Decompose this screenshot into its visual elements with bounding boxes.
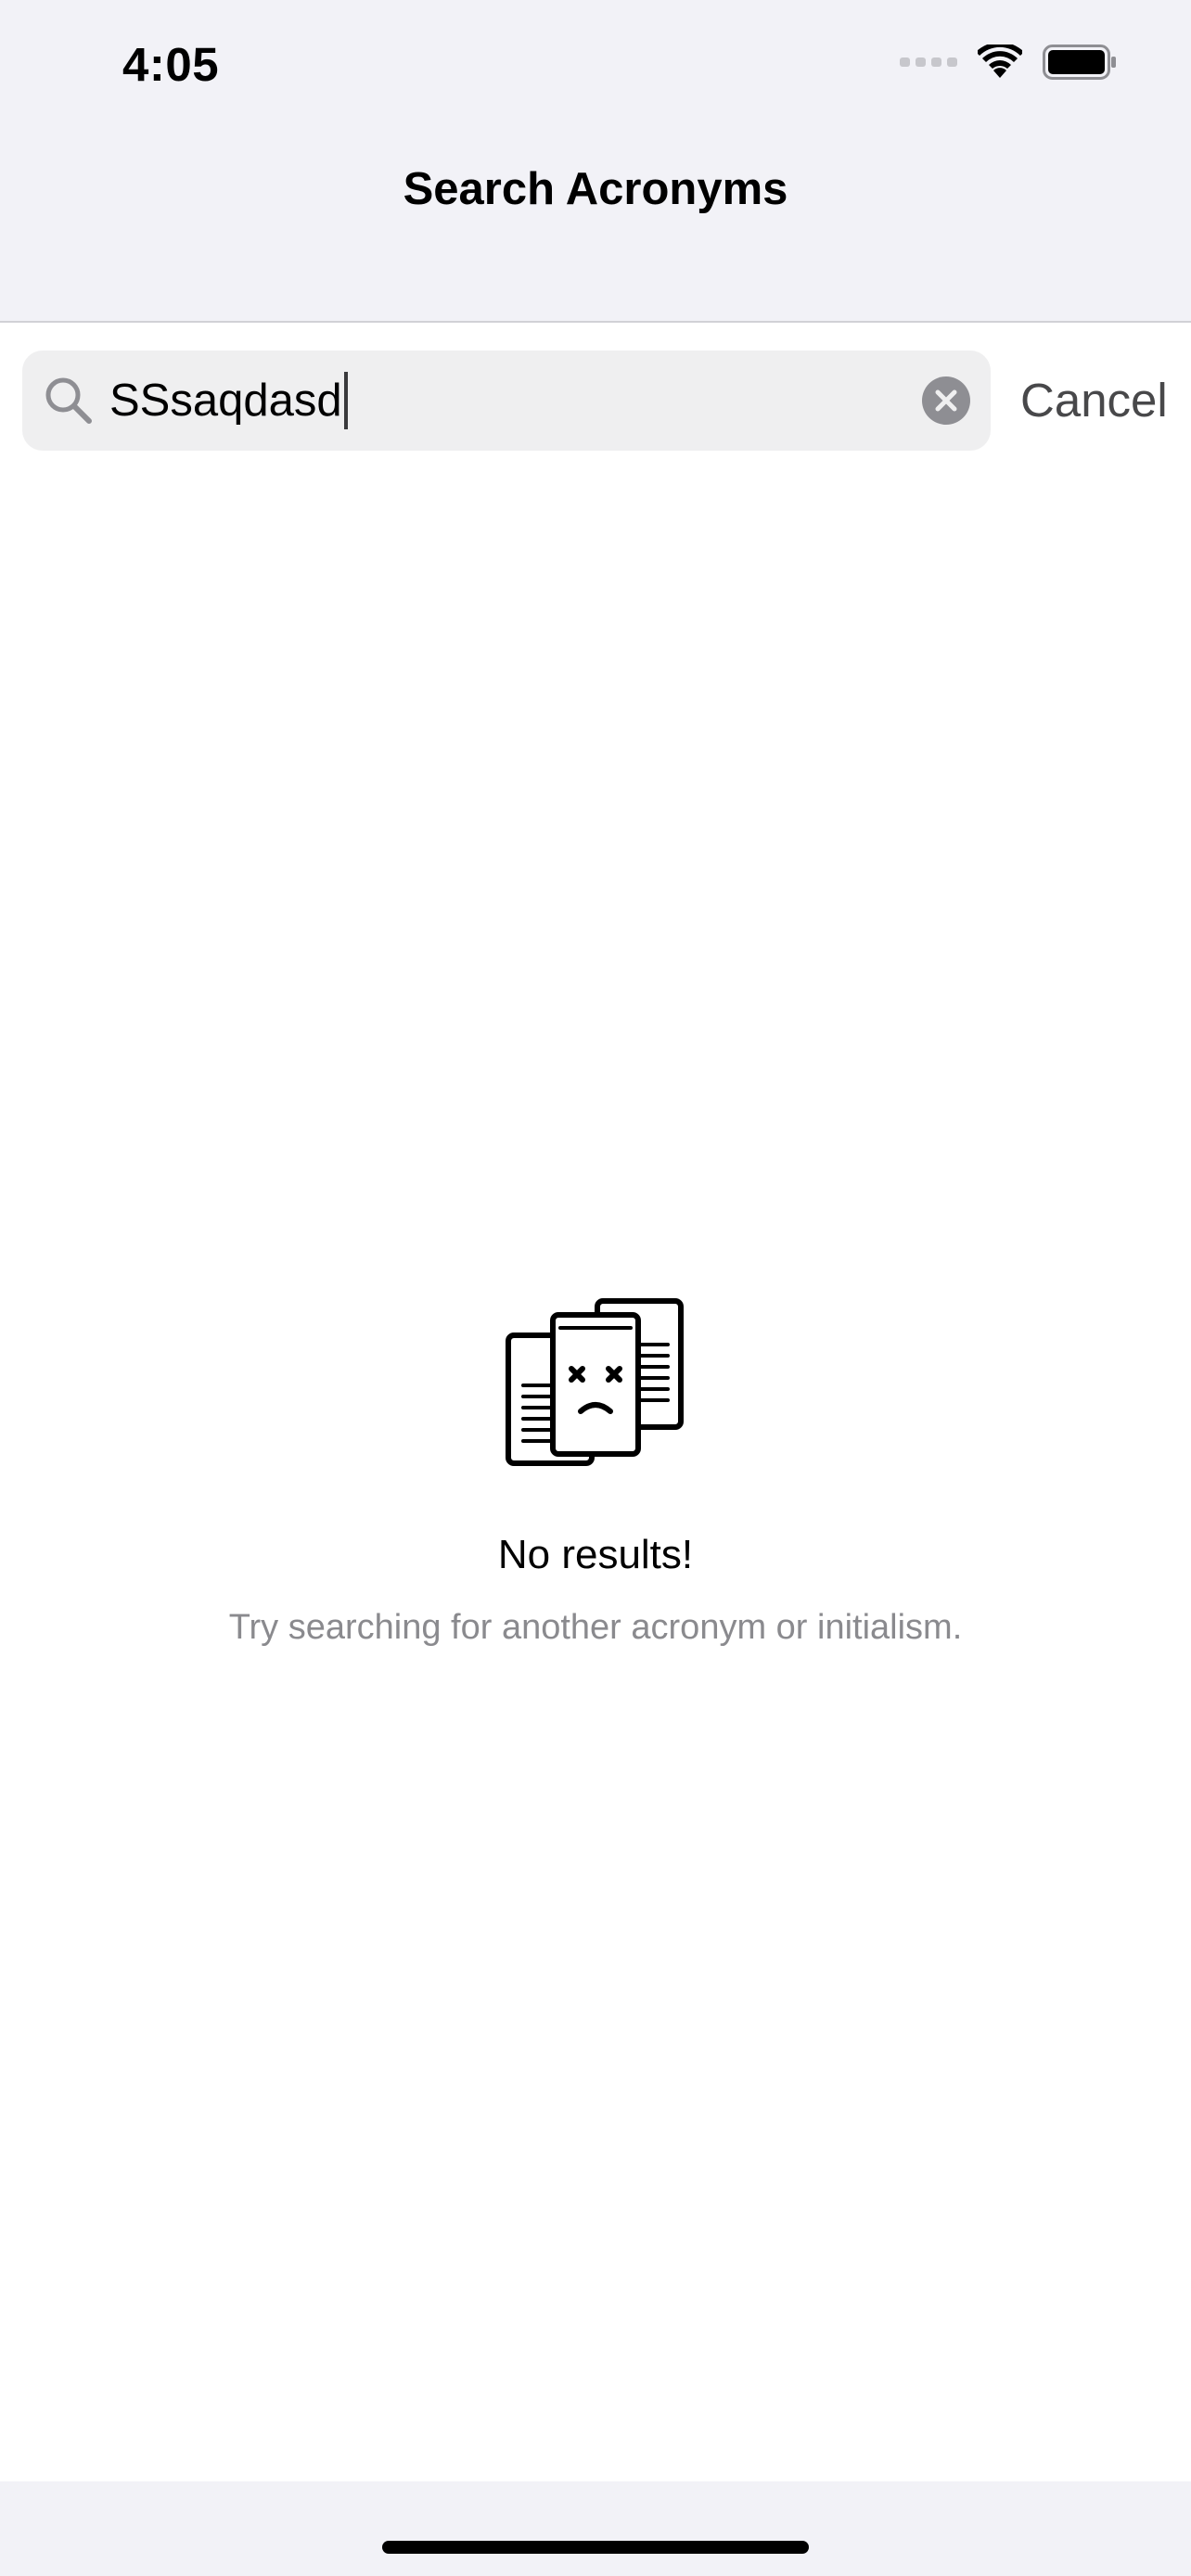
cellular-signal-icon (900, 56, 957, 73)
page-title: Search Acronyms (403, 164, 788, 214)
search-bar: SSsaqdasd Cancel (22, 351, 1169, 451)
empty-state-title: No results! (497, 1532, 694, 1577)
text-caret (343, 372, 348, 429)
battery-icon (1043, 45, 1117, 84)
top-navigation-area: 4:05 Search Acronyms (0, 0, 1191, 323)
clear-icon[interactable] (922, 376, 970, 425)
status-time: 4:05 (122, 38, 220, 91)
cancel-button[interactable]: Cancel (1020, 351, 1168, 451)
empty-state-subtitle: Try searching for another acronym or ini… (228, 1608, 963, 1647)
app-screen: 4:05 Search Acronyms SSsaqdasd Cancel No… (0, 0, 1191, 2576)
status-icons (900, 42, 1117, 84)
bottom-safe-area (0, 2481, 1191, 2576)
search-field[interactable]: SSsaqdasd (22, 351, 991, 451)
search-input-text: SSsaqdasd (109, 376, 342, 426)
search-icon (43, 375, 95, 427)
wifi-icon (976, 42, 1024, 84)
home-indicator[interactable] (382, 2541, 809, 2554)
search-input[interactable]: SSsaqdasd (109, 351, 348, 451)
no-results-documents-icon (503, 1296, 688, 1469)
